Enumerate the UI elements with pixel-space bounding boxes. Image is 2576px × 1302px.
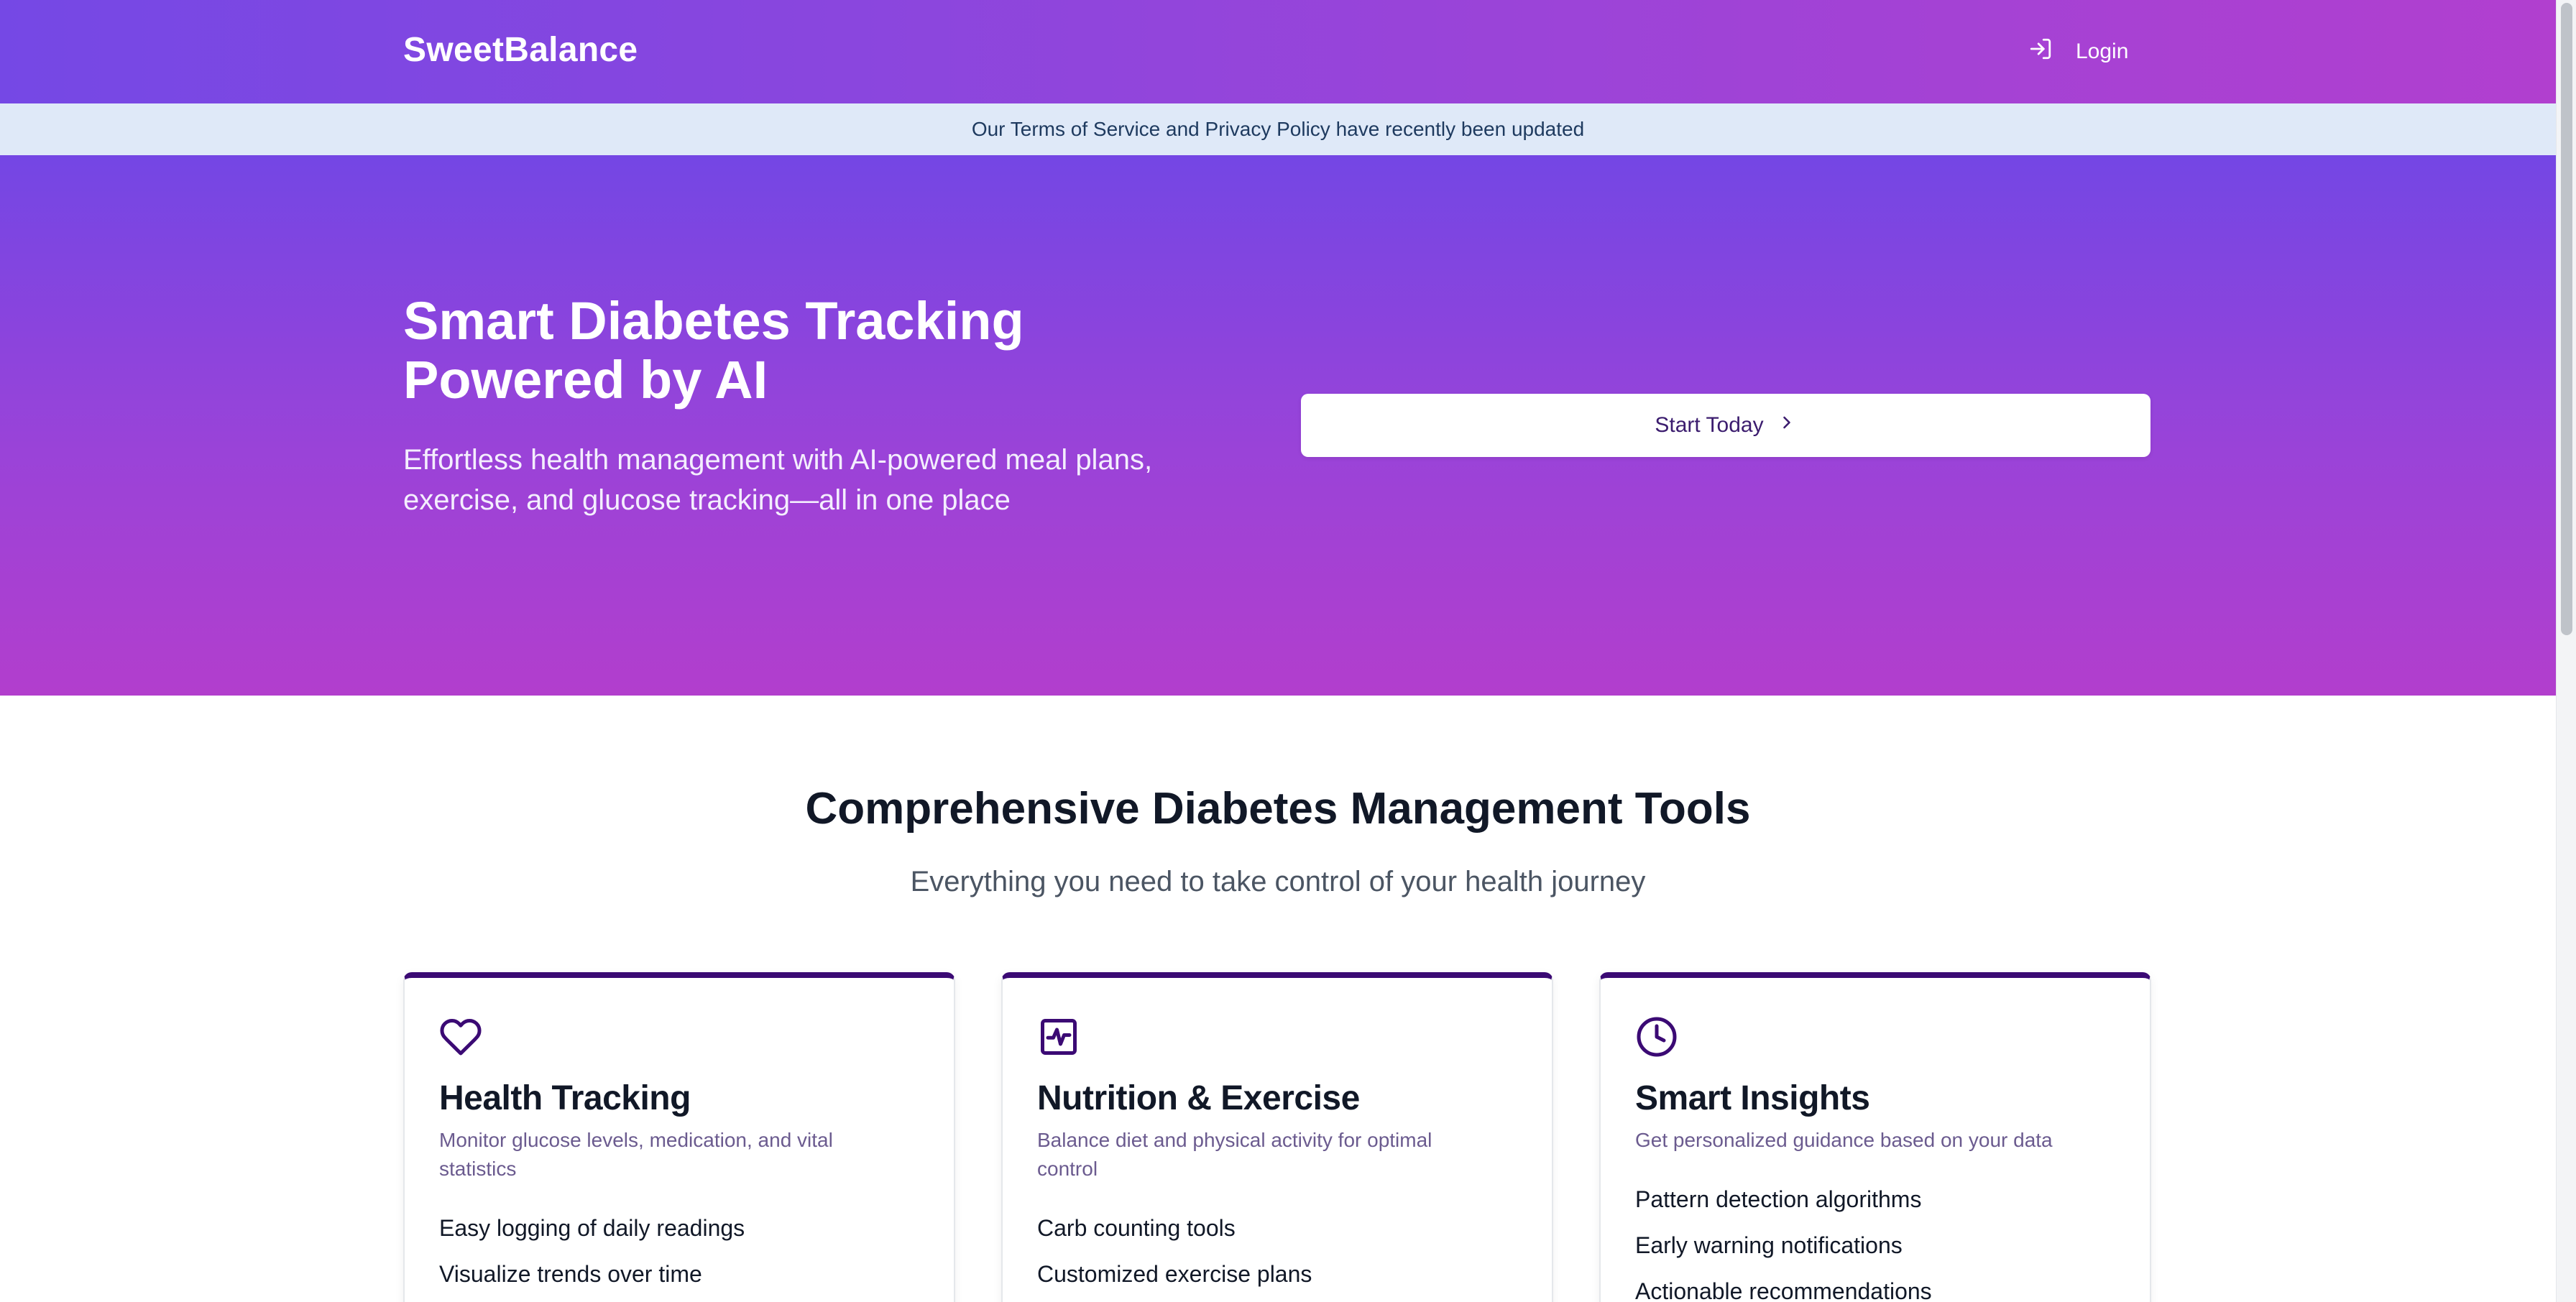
card-description: Get personalized guidance based on your … [1635, 1129, 2053, 1151]
feature-card-smart-insights: Smart Insights Get personalized guidance… [1599, 972, 2151, 1302]
card-description: Monitor glucose levels, medication, and … [439, 1129, 833, 1180]
chevron-right-icon [1777, 412, 1797, 438]
card-feature-list: Pattern detection algorithms Early warni… [1635, 1183, 1932, 1302]
card-title: Nutrition & Exercise [1037, 1079, 1360, 1117]
vertical-scrollbar[interactable] [2556, 0, 2576, 1302]
activity-icon [1037, 1015, 1080, 1058]
card-feature-list: Carb counting tools Customized exercise … [1037, 1212, 1312, 1302]
page: SweetBalance Login Our Terms of Service … [0, 0, 2576, 1302]
start-today-label: Start Today [1655, 413, 1764, 437]
login-button[interactable]: Login [2028, 34, 2128, 69]
card-title: Health Tracking [439, 1079, 691, 1117]
top-header: SweetBalance Login [0, 0, 2556, 103]
feature-card-health-tracking: Health Tracking Monitor glucose levels, … [403, 972, 955, 1302]
login-label: Login [2076, 40, 2129, 63]
list-item: Easy logging of daily readings [439, 1215, 745, 1241]
login-icon [2028, 37, 2053, 67]
hero-section: Smart Diabetes Tracking Powered by AI Ef… [0, 155, 2556, 696]
card-feature-list: Easy logging of daily readings Visualize… [439, 1212, 745, 1302]
list-item: Pattern detection algorithms [1635, 1186, 1922, 1212]
card-title: Smart Insights [1635, 1079, 1870, 1117]
list-item: Carb counting tools [1037, 1215, 1236, 1241]
brand-logo[interactable]: SweetBalance [403, 30, 638, 70]
heart-icon [439, 1015, 482, 1058]
policy-notice-bar: Our Terms of Service and Privacy Policy … [0, 103, 2556, 155]
list-item: Visualize trends over time [439, 1261, 702, 1287]
tools-section-subtitle: Everything you need to take control of y… [910, 866, 1646, 897]
list-item: Actionable recommendations [1635, 1278, 1932, 1302]
card-description: Balance diet and physical activity for o… [1037, 1129, 1432, 1180]
clock-icon [1635, 1015, 1678, 1058]
start-today-button[interactable]: Start Today [1301, 394, 2150, 457]
policy-notice-text[interactable]: Our Terms of Service and Privacy Policy … [972, 118, 1584, 141]
list-item: Early warning notifications [1635, 1232, 1903, 1258]
list-item: Customized exercise plans [1037, 1261, 1312, 1287]
feature-card-nutrition-exercise: Nutrition & Exercise Balance diet and ph… [1001, 972, 1553, 1302]
scrollbar-thumb[interactable] [2561, 3, 2572, 635]
hero-title: Smart Diabetes Tracking Powered by AI [403, 291, 1024, 410]
hero-subtitle: Effortless health management with AI-pow… [403, 444, 1153, 516]
tools-section-title: Comprehensive Diabetes Management Tools [805, 784, 1751, 834]
